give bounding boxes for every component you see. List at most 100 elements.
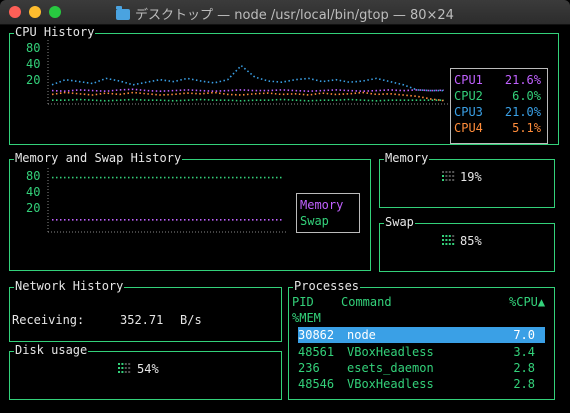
disk-gauge [118,363,131,373]
cpu1-legend-name: CPU1 [454,73,483,87]
disk-gauge-dot [121,363,124,365]
disk-gauge-dot [121,371,124,373]
cpu-history-chart [47,40,448,105]
cpu-y-tick-80: 80 [26,41,41,55]
swap-gauge-dot [445,243,448,245]
memory-gauge-dot [448,171,451,173]
swap-gauge-dot [452,239,455,241]
swap-legend-name: Swap [300,214,329,228]
swap-gauge-dot [448,243,451,245]
swap-gauge-dot [448,235,451,237]
process-row[interactable]: 48561 VBoxHeadless 3.4 [298,344,545,360]
cpu-series-cpu4 [51,91,445,102]
process-row-selected[interactable]: 30862 node 7.0 [298,327,545,343]
swap-gauge-dot [448,239,451,241]
title-bar[interactable]: デスクトップ — node /usr/local/bin/gtop — 80×2… [0,0,570,25]
process-row[interactable]: 48546 VBoxHeadless 2.8 [298,376,545,392]
process-command: esets_daemon [347,361,434,375]
network-title: Network History [14,279,125,293]
swap-gauge-dot [452,235,455,237]
cpu3-legend-name: CPU3 [454,105,483,119]
memory-gauge-dot [445,171,448,173]
cpu-history-panel: CPU History 80 40 20 CPU1 21.6% CPU2 6.0… [9,25,559,145]
header-command[interactable]: Command [341,295,392,309]
disk-gauge-dot [124,367,127,369]
cpu4-legend-value: 5.1% [512,121,541,135]
cpu-legend: CPU1 21.6% CPU2 6.0% CPU3 21.0% CPU4 5.1… [450,68,548,144]
process-command: VBoxHeadless [347,345,434,359]
cpu-series-cpu2 [52,98,444,102]
processes-title: Processes [293,279,361,293]
header-cpu[interactable]: %CPU▲ [509,295,545,309]
process-command: node [347,328,376,342]
memory-gauge-dot [452,175,455,177]
window-title: デスクトップ — node /usr/local/bin/gtop — 80×2… [135,8,454,23]
mem-history-panel: Memory and Swap History 80 40 20 Memory … [9,151,371,271]
disk-title: Disk usage [14,343,89,357]
receiving-label: Receiving: [12,313,85,327]
memory-legend-name: Memory [300,198,344,212]
memory-gauge-dot [442,175,444,177]
processes-panel: Processes PID Command %CPU▲ %MEM 30862 n… [288,279,555,400]
receiving-unit: B/s [180,313,202,327]
cpu4-legend-name: CPU4 [454,121,483,135]
process-pid: 236 [298,361,320,375]
cpu-y-tick-20: 20 [26,73,41,87]
disk-gauge-dot [128,371,131,373]
memory-percent: 19% [460,170,482,184]
memory-gauge [442,171,455,181]
mem-y-tick-40: 40 [26,185,41,199]
window-title-wrap: デスクトップ — node /usr/local/bin/gtop — 80×2… [0,4,570,23]
memory-gauge-dot [442,171,444,173]
disk-gauge-dot [128,367,131,369]
gtop-dashboard: CPU History 80 40 20 CPU1 21.6% CPU2 6.0… [0,25,570,413]
cpu-series-cpu3 [51,64,444,92]
folder-icon [116,6,131,20]
header-mem[interactable]: %MEM [292,311,321,325]
memory-gauge-dot [452,179,455,181]
disk-gauge-dot [124,363,127,365]
memory-panel: Memory 19% [379,151,555,208]
network-panel: Network History Receiving: 352.71 B/s [9,279,282,342]
disk-panel: Disk usage 54% [9,343,282,400]
cpu1-legend-value: 21.6% [504,73,541,87]
process-cpu: 7.0 [513,328,535,342]
swap-panel: Swap 85% [379,215,555,272]
memory-gauge-dot [452,171,455,173]
cpu2-legend-value: 6.0% [512,89,541,103]
swap-gauge-dot [452,243,455,245]
process-cpu: 2.8 [513,361,535,375]
mem-history-title: Memory and Swap History [14,151,183,165]
cpu-history-title: CPU History [14,25,96,39]
process-cpu: 3.4 [513,345,535,359]
header-pid[interactable]: PID [292,295,314,309]
disk-gauge-dot [121,367,124,369]
memory-gauge-dot [448,175,451,177]
cpu3-legend-value: 21.0% [504,105,541,119]
cpu-series-cpu1 [51,88,445,93]
mem-y-tick-80: 80 [26,169,41,183]
memory-gauge-dot [448,179,451,181]
swap-percent: 85% [460,234,482,248]
disk-gauge-dot [118,371,120,373]
disk-gauge-dot [128,363,131,365]
terminal-window: デスクトップ — node /usr/local/bin/gtop — 80×2… [0,0,570,413]
process-cpu: 2.8 [513,377,535,391]
swap-gauge [442,235,455,245]
mem-y-tick-20: 20 [26,201,41,215]
cpu-y-tick-40: 40 [26,57,41,71]
mem-history-chart [47,168,288,233]
process-row[interactable]: 236 esets_daemon 2.8 [298,360,545,376]
process-command: VBoxHeadless [347,377,434,391]
disk-gauge-dot [124,371,127,373]
process-pid: 48561 [298,345,335,359]
memory-gauge-dot [442,179,444,181]
disk-gauge-dot [118,363,120,365]
disk-percent: 54% [137,362,159,376]
cpu2-legend-name: CPU2 [454,89,483,103]
mem-legend: Memory Swap [296,193,360,233]
receiving-value: 352.71 [120,313,164,327]
process-pid: 30862 [298,328,335,342]
swap-gauge-dot [442,243,444,245]
process-pid: 48546 [298,377,335,391]
